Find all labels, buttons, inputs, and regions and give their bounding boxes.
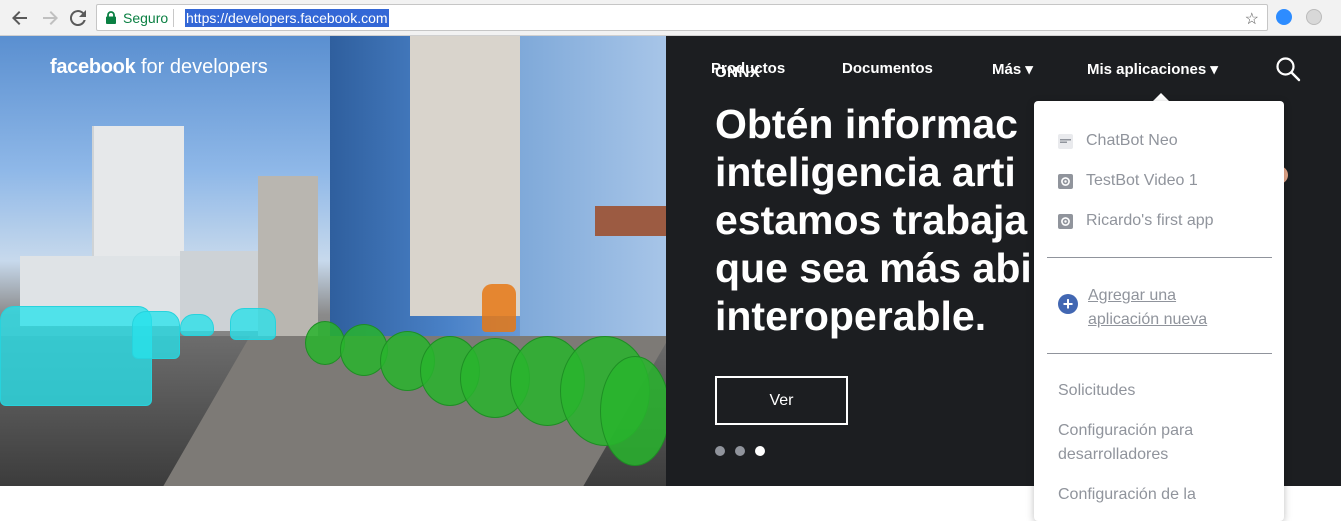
add-app-link[interactable]: + Agregar una aplicación nueva: [1058, 284, 1238, 332]
menu-link-solicitudes[interactable]: Solicitudes: [1058, 379, 1258, 403]
app-item-testbot-video-1[interactable]: TestBot Video 1: [1058, 170, 1198, 192]
detected-person: [482, 284, 516, 332]
brand-light: for developers: [135, 56, 268, 78]
building: [410, 36, 530, 316]
detected-car: [0, 306, 152, 406]
carousel-dot-2[interactable]: [735, 446, 745, 456]
detected-bicycle: [305, 321, 345, 365]
secure-label: Seguro: [123, 10, 169, 26]
gear-icon: [1058, 173, 1073, 189]
detected-car: [230, 308, 276, 340]
onnx-label: ONNX: [715, 64, 761, 81]
nav-documentos[interactable]: Documentos: [842, 60, 933, 77]
profile-icon[interactable]: [1306, 9, 1322, 25]
nav-mas[interactable]: Más ▾: [992, 60, 1033, 78]
dropdown-divider: [1047, 257, 1272, 258]
ver-button[interactable]: Ver: [715, 376, 848, 425]
detected-car: [180, 314, 214, 336]
menu-link-developer-settings[interactable]: Configuración para desarrolladores: [1058, 419, 1258, 467]
star-icon[interactable]: ☆: [1245, 9, 1259, 29]
headline-line: interoperable.: [715, 293, 987, 339]
facebook-for-developers-logo[interactable]: facebook for developers: [50, 56, 268, 79]
hero-image: [0, 36, 666, 486]
app-placeholder-icon: [1058, 133, 1073, 149]
dropdown-divider: [1047, 353, 1272, 354]
nav-mis-aplicaciones[interactable]: Mis aplicaciones ▾: [1087, 60, 1218, 78]
headline-line: Obtén informac: [715, 101, 1018, 147]
building: [520, 36, 666, 336]
app-name: TestBot Video 1: [1086, 172, 1198, 189]
add-app-label: Agregar una aplicación nueva: [1088, 287, 1208, 328]
menu-link-settings[interactable]: Configuración de la: [1058, 483, 1258, 507]
address-bar[interactable]: Seguro https://developers.facebook.com ☆: [96, 4, 1268, 31]
lock-icon: [105, 11, 117, 29]
headline-line: que sea más abi: [715, 245, 1032, 291]
shop-sign: [595, 206, 666, 236]
carousel-dot-3[interactable]: [755, 446, 765, 456]
extension-icon[interactable]: [1276, 9, 1292, 25]
app-item-ricardos-first-app[interactable]: Ricardo's first app: [1058, 210, 1214, 232]
reload-icon[interactable]: [66, 6, 90, 30]
carousel-dot-1[interactable]: [715, 446, 725, 456]
app-item-chatbot-neo[interactable]: ChatBot Neo: [1058, 130, 1178, 152]
url-text[interactable]: https://developers.facebook.com: [185, 9, 389, 27]
headline-line: estamos trabaja: [715, 197, 1028, 243]
gear-icon: [1058, 213, 1073, 229]
detected-bicycle: [600, 356, 666, 466]
my-apps-dropdown: ChatBot Neo TestBot Video 1 Ricardo's fi…: [1034, 101, 1284, 521]
hero-headline: Obtén informac inteligencia arti estamos…: [715, 100, 1045, 340]
headline-line: inteligencia arti: [715, 149, 1016, 195]
forward-icon[interactable]: [38, 6, 62, 30]
plus-icon: +: [1058, 294, 1078, 314]
detected-car: [132, 311, 180, 359]
back-icon[interactable]: [8, 6, 32, 30]
search-icon[interactable]: [1275, 56, 1301, 87]
omnibox-separator: [173, 9, 174, 27]
app-name: Ricardo's first app: [1086, 212, 1214, 229]
brand-bold: facebook: [50, 56, 136, 78]
browser-toolbar: Seguro https://developers.facebook.com ☆: [0, 0, 1341, 36]
app-name: ChatBot Neo: [1086, 132, 1178, 149]
